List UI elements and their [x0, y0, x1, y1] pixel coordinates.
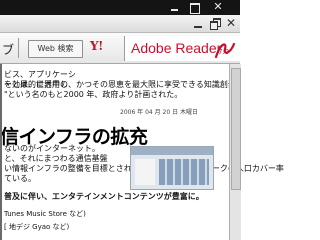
toolbar-separator [18, 38, 19, 58]
body-text-line-3: を効果的に活用し、かつその恩恵を最大限に享受できる知識創発 [4, 80, 236, 89]
window-close-icon[interactable]: ✕ [211, 1, 225, 13]
list-item: Tunes Music Store など) [4, 210, 86, 218]
section-subheading: 普及に伴い、エンタテインメントコンテンツが豊富に。 [4, 192, 204, 201]
embedded-screenshot-image [130, 146, 214, 190]
document-restore-icon[interactable] [210, 18, 221, 30]
toolbar: ブ Web 検索 Y! Adobe Reader 7.0 [0, 33, 241, 64]
window-minimize-icon[interactable] [170, 3, 179, 12]
window-title-bar: ✕ [0, 0, 240, 15]
document-window-controls: ✕ [0, 15, 240, 33]
window-maximize-icon[interactable] [190, 3, 200, 14]
page-edge-divider [0, 64, 2, 240]
pdf-document-page[interactable]: ーとは、世界中の ビス、アプリケーシ を効果的に活用し、かつその恩恵を最大限に享… [0, 64, 284, 240]
toolbar-overflow-label[interactable]: ブ [2, 41, 14, 58]
document-minimize-icon[interactable] [194, 26, 202, 28]
adobe-version-label: 7.0 [218, 48, 230, 56]
adobe-reader-label: Adobe Reader [131, 40, 222, 56]
publication-date: 2006 年 04 月 20 日 木曜日 [120, 109, 198, 116]
document-close-icon[interactable]: ✕ [226, 16, 236, 30]
body-paragraph-line-1: ないのがインターネット。 [4, 144, 100, 153]
body-text-line-4: "という名のもと2000 年、政府より計画された。 [4, 90, 183, 99]
adobe-reader-badge[interactable]: Adobe Reader 7.0 [124, 36, 241, 61]
body-paragraph-line-2: と、それにまつわる通信基盤 [4, 154, 108, 163]
yahoo-logo-icon[interactable]: Y! [90, 39, 103, 53]
scrollbar-thumb[interactable] [231, 68, 241, 190]
body-paragraph-line-4: ている。 [4, 174, 36, 183]
web-search-button[interactable]: Web 検索 [28, 40, 83, 58]
list-item: [ 地デジ Gyao など) [4, 223, 70, 231]
body-text-line-2: ビス、アプリケーシ [4, 70, 76, 79]
vertical-scrollbar[interactable] [229, 64, 241, 240]
